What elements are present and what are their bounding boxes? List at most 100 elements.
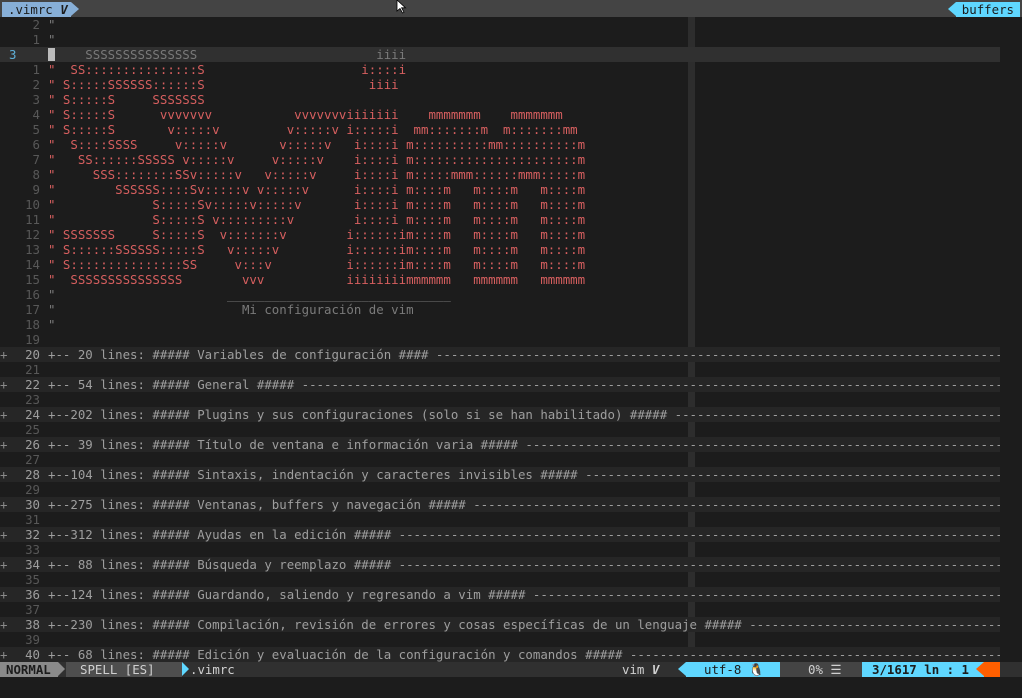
tabline: .vimrc V buffers — [0, 0, 1022, 17]
code-line[interactable]: 5 " S:::::S v:::::v v:::::v i:::::i mm:::… — [0, 122, 1000, 137]
code-line[interactable]: 23 — [0, 392, 1000, 407]
editor-buffer[interactable]: 2 " 1 " 3 " SSSSSSSSSSSSSSS iiii 1 " SS::::::::… — [0, 17, 1022, 662]
line-text: " Mi configuración de vim — [48, 302, 414, 317]
line-number: 1 — [32, 32, 40, 47]
code-line[interactable]: 35 — [0, 572, 1000, 587]
line-text: +--104 lines: ##### Sintaxis, indentació… — [48, 467, 1022, 482]
code-line[interactable]: 19 — [0, 332, 1000, 347]
fold-line[interactable]: +38 +--230 lines: ##### Compilación, revi… — [0, 617, 1022, 632]
command-line[interactable] — [0, 677, 1022, 698]
line-number: 2 — [32, 77, 40, 92]
percent-label: 0% — [808, 662, 823, 677]
line-text: " — [48, 17, 56, 32]
line-number: 10 — [25, 197, 40, 212]
tab-vimrc[interactable]: .vimrc V — [2, 2, 79, 17]
linux-icon: 🐧 — [748, 662, 765, 677]
line-text: " S::::::SSSSSS:::::S v:::::v i::::::im:… — [48, 242, 586, 257]
line-text: +--202 lines: ##### Plugins y sus config… — [48, 407, 1022, 422]
line-number: 30 — [25, 497, 40, 512]
code-line[interactable]: 16 " ______________________________ — [0, 287, 1000, 302]
line-number: 7 — [32, 152, 40, 167]
code-line[interactable]: 11 " S:::::S v:::::::::v i::::i m::::m m:… — [0, 212, 1000, 227]
code-line[interactable]: 2 " S:::::SSSSSS::::::S iiii — [0, 77, 1000, 92]
line-text: " ______________________________ — [48, 287, 451, 302]
line-number: 35 — [25, 572, 40, 587]
filetype-indicator: vim V — [622, 662, 659, 677]
fold-line[interactable]: +36 +--124 lines: ##### Guardando, salien… — [0, 587, 1022, 602]
code-line[interactable]: 15 " SSSSSSSSSSSSSSS vvv iiiiiiiimmmmmm m… — [0, 272, 1000, 287]
fold-line[interactable]: +30 +--275 lines: ##### Ventanas, buffers… — [0, 497, 1022, 512]
fold-line[interactable]: +32 +--312 lines: ##### Ayudas en la edic… — [0, 527, 1022, 542]
code-line[interactable]: 7 " SS::::::SSSSS v:::::v v:::::v i::::i … — [0, 152, 1000, 167]
fold-sign: + — [0, 617, 8, 632]
code-line[interactable]: 29 — [0, 482, 1000, 497]
line-text: " S:::::S v:::::::::v i::::i m::::m m:::… — [48, 212, 586, 227]
code-line[interactable]: 39 — [0, 632, 1000, 647]
code-line[interactable]: 14 " S:::::::::::::::SS v:::v i::::::im::… — [0, 257, 1000, 272]
line-text: " S:::::SSSSSS::::::S iiii — [48, 77, 399, 92]
line-number: 2 — [32, 17, 40, 32]
filetype-label: vim — [622, 662, 645, 677]
line-number: 20 — [25, 347, 40, 362]
code-line[interactable]: 12 " SSSSSSS S:::::S v:::::::v i::::::im:… — [0, 227, 1000, 242]
line-number: 34 — [25, 557, 40, 572]
fold-line[interactable]: +22 +-- 54 lines: ##### General ##### ---… — [0, 377, 1022, 392]
line-number: 37 — [25, 602, 40, 617]
code-line[interactable]: 9 " SSSSSS::::Sv:::::v v:::::v i::::i m::… — [0, 182, 1000, 197]
code-line[interactable]: 21 — [0, 362, 1000, 377]
line-text: +--124 lines: ##### Guardando, saliendo … — [48, 587, 1022, 602]
mouse-pointer-icon — [396, 0, 407, 14]
line-number: 3 — [9, 47, 17, 62]
line-number: 39 — [25, 632, 40, 647]
code-line[interactable]: 17 " Mi configuración de vim — [0, 302, 1000, 317]
line-number: 16 — [25, 287, 40, 302]
code-line[interactable]: 3 " S:::::S SSSSSSS — [0, 92, 1000, 107]
code-line[interactable]: 10 " S:::::Sv:::::v:::::v i::::i m::::m m… — [0, 197, 1000, 212]
vim-icon: V — [651, 662, 660, 677]
line-text: +-- 20 lines: ##### Variables de configu… — [48, 347, 1022, 362]
code-line[interactable]: 1 " — [0, 32, 1000, 47]
line-separator-icon: ln : — [924, 662, 955, 677]
code-line[interactable]: 2 " — [0, 17, 1000, 32]
fold-line[interactable]: +24 +--202 lines: ##### Plugins y sus con… — [0, 407, 1022, 422]
fold-line[interactable]: +34 +-- 88 lines: ##### Búsqueda y reempl… — [0, 557, 1022, 572]
fold-sign: + — [0, 347, 8, 362]
fold-line[interactable]: +26 +-- 39 lines: ##### Título de ventana… — [0, 437, 1022, 452]
warning-indicator — [976, 662, 1000, 677]
fold-line[interactable]: +20 +-- 20 lines: ##### Variables de conf… — [0, 347, 1022, 362]
fold-line[interactable]: +28 +--104 lines: ##### Sintaxis, indenta… — [0, 467, 1022, 482]
code-line[interactable]: 31 — [0, 512, 1000, 527]
line-number: 1 — [32, 62, 40, 77]
code-line[interactable]: 13 " S::::::SSSSSS:::::S v:::::v i::::::i… — [0, 242, 1000, 257]
line-number: 28 — [25, 467, 40, 482]
line-number: 17 — [25, 302, 40, 317]
line-text: " SSSSSSSSSSSSSSS vvv iiiiiiiimmmmmm mmm… — [48, 272, 586, 287]
line-number: 23 — [25, 392, 40, 407]
line-text: +-- 88 lines: ##### Búsqueda y reemplazo… — [48, 557, 1022, 572]
code-line[interactable]: 18 " — [0, 317, 1000, 332]
fold-line[interactable]: +40 +-- 68 lines: ##### Edición y evaluac… — [0, 647, 1022, 662]
line-text: " S:::::S SSSSSSS — [48, 92, 205, 107]
buffers-indicator[interactable]: buffers — [947, 2, 1020, 17]
code-line[interactable]: 4 " S:::::S vvvvvvv vvvvvvviiiiiii mmmmmm… — [0, 107, 1000, 122]
code-line[interactable]: 8 " SSS::::::::SSv:::::v v:::::v i::::i m… — [0, 167, 1000, 182]
encoding-indicator: utf-8 🐧 — [678, 662, 780, 677]
encoding-label: utf-8 — [704, 662, 742, 677]
code-line[interactable]: 27 — [0, 452, 1000, 467]
line-text: " SSSSSSSSSSSSSSS iiii — [48, 47, 407, 62]
fold-sign: + — [0, 587, 8, 602]
code-line[interactable]: 6 " S::::SSSS v:::::v v:::::v i::::i m:::… — [0, 137, 1000, 152]
line-number: 25 — [25, 422, 40, 437]
fold-sign: + — [0, 377, 8, 392]
line-number: 14 — [25, 257, 40, 272]
code-line[interactable]: 25 — [0, 422, 1000, 437]
code-line[interactable]: 1 " SS:::::::::::::::S i::::i — [0, 62, 1000, 77]
code-line[interactable]: 37 — [0, 602, 1000, 617]
code-line[interactable]: 33 — [0, 542, 1000, 557]
line-text: +--275 lines: ##### Ventanas, buffers y … — [48, 497, 1022, 512]
line-text: " SSSSSSS S:::::S v:::::::v i::::::im:::… — [48, 227, 586, 242]
file-name: .vimrc — [190, 662, 235, 677]
spell-indicator: SPELL [ES] — [66, 662, 189, 677]
code-line[interactable]: 3 " SSSSSSSSSSSSSSS iiii — [0, 47, 1000, 62]
fold-sign: + — [0, 647, 8, 662]
